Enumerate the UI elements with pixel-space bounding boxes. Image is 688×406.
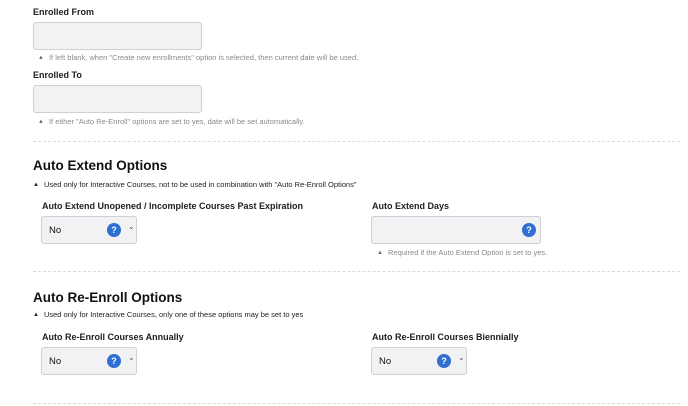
enrolled-from-label: Enrolled From xyxy=(33,7,95,17)
help-icon[interactable]: ? xyxy=(107,354,121,368)
auto-reenroll-biennially-select[interactable]: No ? ⌄ xyxy=(371,347,467,375)
select-value: No xyxy=(49,355,62,367)
caret-up-icon: ▲ xyxy=(33,181,39,188)
enrolled-to-hint-text: If either "Auto Re-Enroll" options are s… xyxy=(48,117,305,126)
chevron-down-icon: ⌄ xyxy=(128,353,135,362)
auto-extend-past-expiration-label: Auto Extend Unopened / Incomplete Course… xyxy=(42,201,304,211)
auto-reenroll-note-text: Used only for Interactive Courses, only … xyxy=(43,310,304,319)
enrolled-from-hint-text: If left blank, when "Create new enrollme… xyxy=(48,53,359,62)
help-icon[interactable]: ? xyxy=(437,354,451,368)
section-divider xyxy=(33,271,680,272)
auto-reenroll-annually-label: Auto Re-Enroll Courses Annually xyxy=(42,332,184,342)
caret-up-icon: ▲ xyxy=(38,54,44,61)
auto-extend-title: Auto Extend Options xyxy=(33,158,168,173)
enrolled-from-input[interactable] xyxy=(33,22,202,50)
enrolled-to-input[interactable] xyxy=(33,85,202,113)
caret-up-icon: ▲ xyxy=(38,118,44,125)
caret-up-icon: ▲ xyxy=(33,311,39,318)
enrolled-to-label: Enrolled To xyxy=(33,70,82,80)
auto-extend-note-text: Used only for Interactive Courses, not t… xyxy=(43,180,357,189)
help-icon[interactable]: ? xyxy=(107,223,121,237)
section-divider xyxy=(33,141,680,142)
auto-extend-days-label: Auto Extend Days xyxy=(372,201,450,211)
chevron-down-icon: ⌄ xyxy=(458,353,465,362)
chevron-down-icon: ⌄ xyxy=(128,222,135,231)
section-divider xyxy=(33,403,680,404)
auto-extend-days-hint-text: Required if the Auto Extend Option is se… xyxy=(387,248,548,257)
enrolled-to-hint: ▲ If either "Auto Re-Enroll" options are… xyxy=(38,117,305,126)
select-value: No xyxy=(379,355,392,367)
auto-extend-days-input[interactable]: ? xyxy=(371,216,541,244)
auto-reenroll-title: Auto Re-Enroll Options xyxy=(33,290,183,305)
select-value: No xyxy=(49,224,62,236)
auto-reenroll-biennially-label: Auto Re-Enroll Courses Biennially xyxy=(372,332,519,342)
auto-extend-note: ▲ Used only for Interactive Courses, not… xyxy=(33,180,357,189)
auto-reenroll-note: ▲ Used only for Interactive Courses, onl… xyxy=(33,310,303,319)
help-icon[interactable]: ? xyxy=(522,223,536,237)
caret-up-icon: ▲ xyxy=(377,249,383,256)
auto-reenroll-annually-select[interactable]: No ? ⌄ xyxy=(41,347,137,375)
enrolled-from-hint: ▲ If left blank, when "Create new enroll… xyxy=(38,53,358,62)
auto-extend-days-hint: ▲ Required if the Auto Extend Option is … xyxy=(377,248,547,257)
auto-extend-past-expiration-select[interactable]: No ? ⌄ xyxy=(41,216,137,244)
